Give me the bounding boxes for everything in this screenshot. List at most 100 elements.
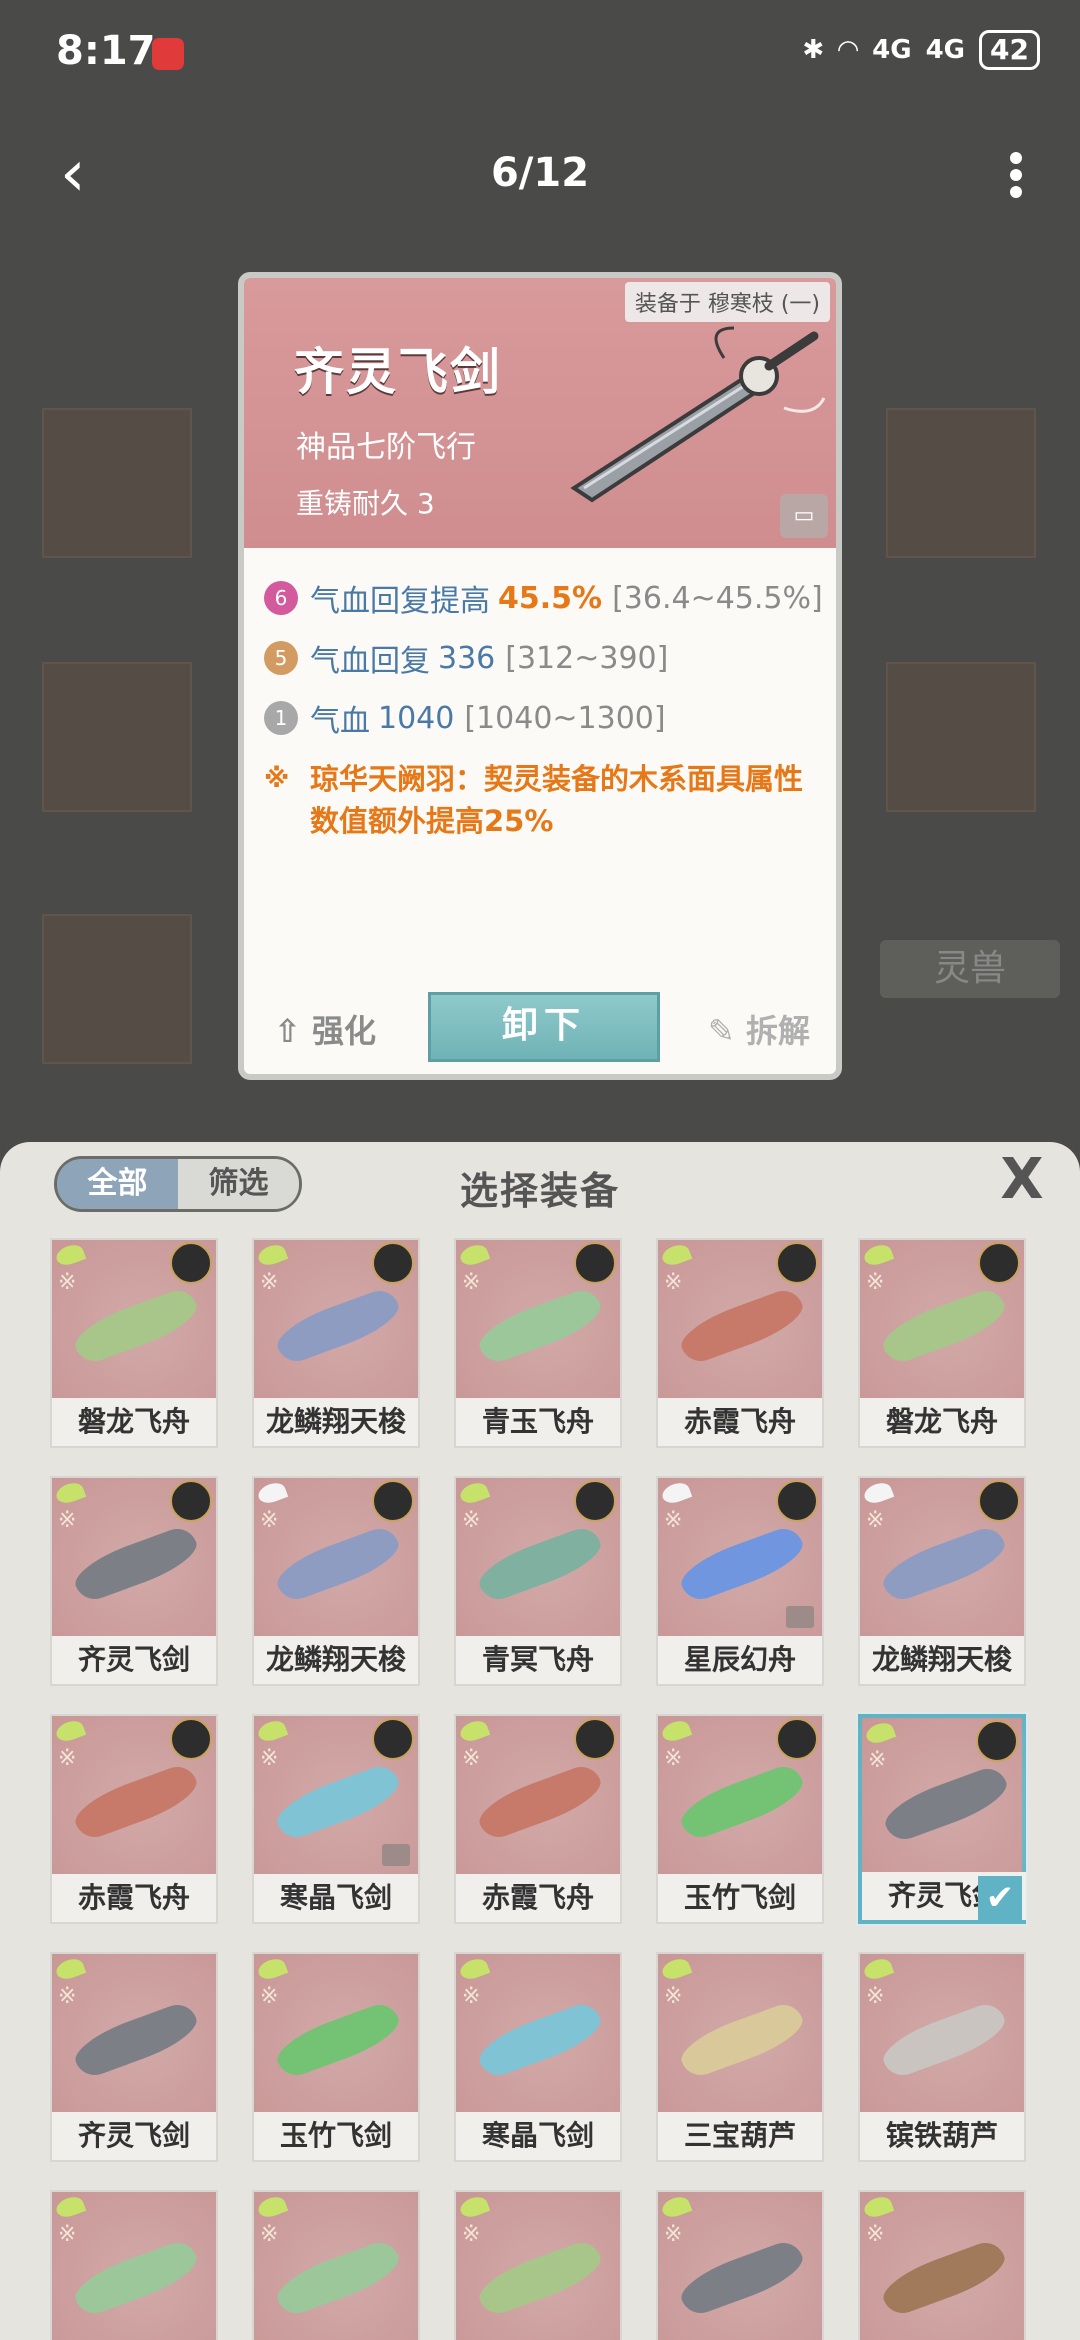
stat-level-icon: 6 <box>264 581 298 615</box>
equipment-item[interactable]: ※ 青玉飞舟 <box>454 1238 622 1448</box>
signal-icon: 4G <box>872 35 912 65</box>
seal-icon: ※ <box>866 2222 885 2247</box>
bluetooth-icon: ✱ <box>802 35 825 65</box>
seal-icon: ※ <box>462 2222 481 2247</box>
close-icon[interactable]: X <box>994 1150 1050 1210</box>
item-label: 镔铁葫芦 <box>860 2112 1024 2160</box>
status-icons: ✱ ◠ 4G 4G 42 <box>802 30 1040 70</box>
equipment-item[interactable]: ※ 青冥飞舟 <box>454 1476 622 1686</box>
equipment-item[interactable]: ※ 寒晶飞剑 <box>252 1714 420 1924</box>
item-label: 赤霞飞舟 <box>456 1874 620 1922</box>
seal-icon: ※ <box>462 1984 481 2009</box>
item-label: 龙鳞翔天梭 <box>254 1636 418 1684</box>
lock-icon[interactable]: ▭ <box>780 494 828 538</box>
equipment-item[interactable]: ※ 玉竹飞剑 <box>656 1714 824 1924</box>
equipment-item[interactable]: ※ 齐灵飞剑 <box>50 1476 218 1686</box>
item-label: 赤霞飞舟 <box>52 1874 216 1922</box>
sword-illustration <box>570 326 826 503</box>
item-label: 寒晶飞剑 <box>254 1874 418 1922</box>
lock-icon <box>786 1606 814 1628</box>
signal-icon: 4G <box>925 35 966 65</box>
seal-icon: ※ <box>260 1270 279 1295</box>
seal-icon: ※ <box>462 1270 481 1295</box>
owner-avatar <box>574 1718 616 1760</box>
owner-avatar <box>170 1480 212 1522</box>
dismantle-button[interactable]: ✎ 拆解 <box>708 1006 810 1052</box>
stat-range: [36.4~45.5%] <box>612 580 823 616</box>
item-label: 青玉飞舟 <box>456 1398 620 1446</box>
background-slot <box>42 408 192 558</box>
item-label: 龙鳞翔天梭 <box>860 1636 1024 1684</box>
equipment-item[interactable]: ※ 赤霞飞舟 <box>50 1714 218 1924</box>
equipment-item[interactable]: ※ 齐灵飞剑 ✔ <box>858 1714 1026 1924</box>
stat-label: 气血回复 <box>310 644 430 679</box>
seal-icon: ※ <box>260 1746 279 1771</box>
equipment-item[interactable]: ※ 寒晶飞剑 <box>454 1952 622 2162</box>
equipment-item[interactable]: ※ 磐龙飞舟 <box>858 1238 1026 1448</box>
panel-title: 选择装备 <box>459 1169 620 1213</box>
app-notification-icon <box>152 38 184 70</box>
equipment-item[interactable]: ※ 星辰幻舟 <box>656 1476 824 1686</box>
equipment-item[interactable]: ※ 齐灵飞剑 <box>50 1952 218 2162</box>
owner-avatar <box>372 1242 414 1284</box>
special-effect: ※ 琼华天阙羽：契灵装备的木系面具属性数值额外提高25% <box>264 758 824 842</box>
item-label: 齐灵飞剑 <box>52 2112 216 2160</box>
owner-avatar <box>776 1480 818 1522</box>
equipment-item[interactable]: ※ <box>252 2190 420 2340</box>
owner-avatar <box>978 1480 1020 1522</box>
seal-icon: ※ <box>58 1746 77 1771</box>
equipment-item[interactable]: ※ 龙鳞翔天梭 <box>252 1238 420 1448</box>
equipment-item[interactable]: ※ <box>50 2190 218 2340</box>
page-indicator: 6/12 <box>490 150 590 196</box>
equipment-item[interactable]: ※ <box>858 2190 1026 2340</box>
seal-icon: ※ <box>260 2222 279 2247</box>
battery-icon: 42 <box>979 30 1040 70</box>
stat-row: 1 气血 1040 [1040~1300] <box>264 688 824 748</box>
equipment-item[interactable]: ※ 龙鳞翔天梭 <box>252 1476 420 1686</box>
seal-icon: ※ <box>462 1746 481 1771</box>
equipment-item[interactable]: ※ 玉竹飞剑 <box>252 1952 420 2162</box>
check-icon: ✔ <box>978 1876 1022 1920</box>
background-slot <box>886 662 1036 812</box>
stat-range: [1040~1300] <box>464 700 666 736</box>
equipment-item[interactable]: ※ 三宝葫芦 <box>656 1952 824 2162</box>
stat-range: [312~390] <box>505 640 669 676</box>
dismantle-label: 拆解 <box>745 1012 810 1050</box>
item-label: 青冥飞舟 <box>456 1636 620 1684</box>
equipment-item[interactable]: ※ <box>454 2190 622 2340</box>
owner-avatar <box>978 1242 1020 1284</box>
item-label: 星辰幻舟 <box>658 1636 822 1684</box>
item-detail-card: 装备于 穆寒枝 (一) 齐灵飞剑 神品七阶飞行 重铸耐久 3 ▭ 6 气血回复提… <box>238 272 842 1080</box>
unequip-button[interactable]: 卸下 <box>428 992 660 1062</box>
item-recast-durability: 重铸耐久 3 <box>296 487 435 520</box>
select-equipment-panel: 全部 筛选 选择装备 X ※ 磐龙飞舟 ※ 龙鳞翔天梭 ※ 青玉飞舟 ※ 赤霞飞舟 ※ 磐龙飞舟 ※… <box>0 1142 1080 2340</box>
enhance-button[interactable]: ⇧ 强化 <box>274 1006 376 1052</box>
equipment-item[interactable]: ※ 龙鳞翔天梭 <box>858 1476 1026 1686</box>
owner-avatar <box>372 1480 414 1522</box>
owner-avatar <box>574 1480 616 1522</box>
seal-icon: ※ <box>868 1748 887 1773</box>
equipment-item[interactable]: ※ 赤霞飞舟 <box>656 1238 824 1448</box>
owner-avatar <box>776 1242 818 1284</box>
stat-level-icon: 5 <box>264 641 298 675</box>
stat-value: 45.5% <box>498 580 603 616</box>
owner-avatar <box>776 1718 818 1760</box>
enhance-label: 强化 <box>311 1012 376 1050</box>
status-bar: 8:17 ✱ ◠ 4G 4G 42 <box>0 0 1080 110</box>
equipment-item[interactable]: ※ 镔铁葫芦 <box>858 1952 1026 2162</box>
seal-icon: ※ <box>462 1508 481 1533</box>
item-label: 玉竹飞剑 <box>254 2112 418 2160</box>
item-label: 寒晶飞剑 <box>456 2112 620 2160</box>
background-slot <box>886 408 1036 558</box>
owner-avatar <box>976 1720 1018 1762</box>
equipment-item[interactable]: ※ <box>656 2190 824 2340</box>
background-slot <box>42 662 192 812</box>
lock-icon <box>382 1844 410 1866</box>
owner-avatar <box>170 1242 212 1284</box>
equipment-item[interactable]: ※ 赤霞飞舟 <box>454 1714 622 1924</box>
stat-value: 336 <box>438 640 496 676</box>
item-detail-header: 装备于 穆寒枝 (一) 齐灵飞剑 神品七阶飞行 重铸耐久 3 ▭ <box>244 278 836 548</box>
more-options-icon[interactable] <box>1008 152 1024 198</box>
seal-icon: ※ <box>58 1270 77 1295</box>
equipment-item[interactable]: ※ 磐龙飞舟 <box>50 1238 218 1448</box>
